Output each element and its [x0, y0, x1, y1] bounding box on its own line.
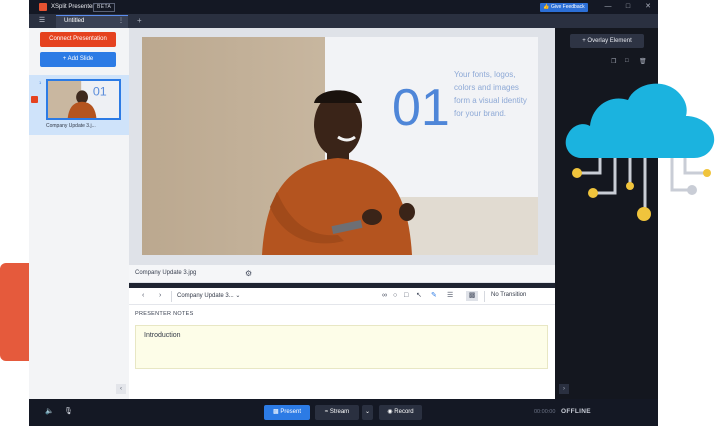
- line-weight-icon[interactable]: ☰: [447, 291, 453, 301]
- minimize-button[interactable]: —: [602, 1, 614, 13]
- close-button[interactable]: ✕: [642, 1, 654, 13]
- presenter-photo: 01 Your fonts, logos, colors and images …: [142, 37, 538, 255]
- record-button[interactable]: ◉ Record: [379, 405, 422, 420]
- new-tab-plus-icon[interactable]: +: [137, 16, 142, 26]
- slide-number: 1: [39, 80, 42, 85]
- present-label: Present: [280, 409, 302, 415]
- chevron-right-icon[interactable]: ›: [159, 291, 161, 301]
- stream-options-chevron-down-icon[interactable]: ⌄: [362, 405, 373, 420]
- pointer-icon[interactable]: ↖: [416, 291, 422, 301]
- app-title: XSplit Presenter: [51, 4, 95, 10]
- bottom-bar: 🔈 🎙 ▩ Present ≈ Stream ⌄ ◉ Record 00:00:…: [29, 399, 658, 426]
- image-filename: Company Update 3.jpg: [135, 270, 197, 276]
- tab-label: Untitled: [64, 18, 85, 24]
- transition-select[interactable]: No Transition: [491, 292, 526, 298]
- maximize-button[interactable]: □: [622, 1, 634, 13]
- connect-presentation-button[interactable]: Connect Presentation: [40, 32, 116, 47]
- slide-thumbnail[interactable]: 01: [46, 79, 121, 120]
- microphone-icon[interactable]: 🎙: [64, 407, 73, 417]
- stream-label: Stream: [329, 409, 350, 415]
- speaker-icon[interactable]: 🔈: [45, 407, 54, 417]
- lasso-icon[interactable]: ∞: [382, 291, 387, 301]
- tab-bar: ☰ Untitled ⋮ +: [29, 14, 658, 28]
- hamburger-icon[interactable]: ☰: [37, 16, 47, 26]
- gear-icon[interactable]: ⚙: [245, 269, 252, 278]
- image-info-bar: Company Update 3.jpg ⚙: [129, 265, 555, 283]
- status-badge: OFFLINE: [561, 408, 591, 415]
- xsplit-logo-icon: [39, 3, 47, 11]
- title-bar: XSplit Presenter BETA 👍 Give Feedback — …: [29, 0, 658, 14]
- file-select-label: Company Update 3...: [177, 293, 234, 299]
- highlighter-icon[interactable]: ✎: [431, 291, 437, 301]
- screenshot-stage: XSplit Presenter BETA 👍 Give Feedback — …: [0, 0, 721, 426]
- trash-icon[interactable]: 🗑: [639, 58, 647, 65]
- slide-overlay-badge-icon: [31, 96, 38, 103]
- slide-toolbar: ‹ › Company Update 3... ⌄ ∞ ○ □ ↖ ✎ ☰ ▩ …: [129, 288, 569, 305]
- slide-image: 01 Your fonts, logos, colors and images …: [142, 37, 538, 255]
- stream-button[interactable]: ≈ Stream: [315, 405, 359, 420]
- screen-icon[interactable]: ▩: [466, 291, 478, 301]
- slide-preview: 01 Your fonts, logos, colors and images …: [129, 28, 555, 265]
- divider: [484, 291, 485, 302]
- presenter-notes-section: PRESENTER NOTES Introduction: [129, 305, 555, 399]
- slide-caption: Company Update 3.j...: [46, 123, 96, 129]
- give-feedback-button[interactable]: 👍 Give Feedback: [540, 3, 588, 12]
- cloud-icon: [565, 83, 715, 221]
- record-label: Record: [394, 409, 414, 415]
- beta-badge: BETA: [93, 3, 116, 12]
- notes-text: Introduction: [144, 332, 181, 339]
- thumbs-up-icon: 👍: [543, 4, 551, 10]
- expand-panel-chevron-right-icon[interactable]: ›: [559, 384, 569, 394]
- timer: 00:00:00: [534, 409, 556, 415]
- slide-number-text: 01: [392, 79, 450, 137]
- chevron-left-icon[interactable]: ‹: [142, 291, 144, 301]
- slide-list-item[interactable]: 1 01 Company Update 3.j...: [29, 75, 129, 135]
- kebab-icon[interactable]: ⋮: [118, 17, 124, 24]
- circle-icon[interactable]: ○: [393, 291, 397, 301]
- copy-icon[interactable]: ❐: [611, 58, 616, 65]
- overlay-element-button[interactable]: + Overlay Element: [570, 34, 644, 48]
- svg-text:01: 01: [93, 85, 107, 99]
- file-select[interactable]: Company Update 3... ⌄: [177, 292, 240, 299]
- present-button[interactable]: ▩ Present: [264, 405, 310, 420]
- duplicate-icon[interactable]: □: [625, 58, 629, 64]
- slides-panel: Connect Presentation + Add Slide 1 01 Co…: [29, 28, 129, 399]
- notes-label: PRESENTER NOTES: [135, 311, 194, 317]
- slide-thumbnail-image: 01: [48, 81, 119, 118]
- collapse-panel-chevron-left-icon[interactable]: ‹: [116, 384, 126, 394]
- divider: [171, 291, 172, 302]
- add-slide-button[interactable]: + Add Slide: [40, 52, 116, 67]
- square-icon[interactable]: □: [404, 291, 408, 301]
- notes-textarea[interactable]: Introduction: [135, 325, 548, 369]
- tab-untitled[interactable]: Untitled ⋮: [56, 15, 128, 28]
- give-feedback-label: Give Feedback: [550, 4, 585, 10]
